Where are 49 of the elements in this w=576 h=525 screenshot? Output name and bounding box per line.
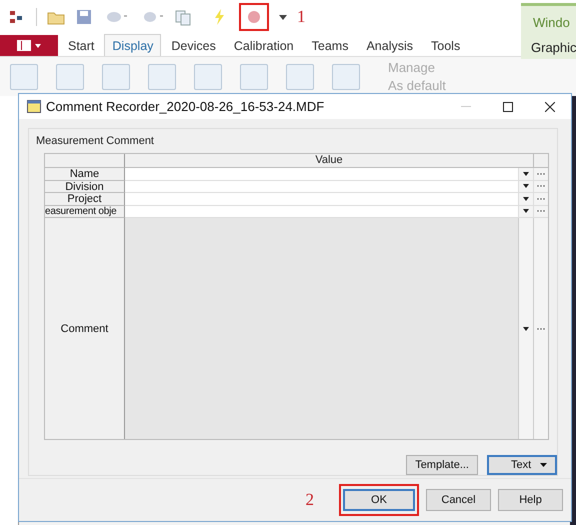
caret-icon <box>35 44 41 48</box>
field-label: Comment <box>45 218 125 439</box>
field-label: Project <box>45 193 125 206</box>
context-group-title: Windo <box>532 14 571 30</box>
annotation-number: 1 <box>297 7 306 27</box>
ribbon-tab[interactable]: Display <box>104 34 162 56</box>
app-menu-button[interactable] <box>0 35 58 56</box>
dropdown-button[interactable] <box>518 180 533 193</box>
ellipsis-icon <box>537 172 545 175</box>
caret-icon <box>523 209 529 214</box>
template-button[interactable]: Template... <box>406 455 478 475</box>
dropdown-button[interactable]: Text <box>487 455 557 475</box>
dialog-button[interactable]: OK <box>343 489 415 511</box>
ellipsis-icon <box>537 185 545 188</box>
dropdown-button[interactable] <box>518 206 533 218</box>
context-tab[interactable]: Graphic <box>521 30 576 55</box>
field-label: easurement obje <box>45 206 125 218</box>
caret-icon <box>523 172 529 176</box>
maximize-icon <box>503 102 513 112</box>
group-title: Measurement Comment <box>36 135 155 147</box>
caret-icon[interactable] <box>279 13 287 21</box>
caret-icon <box>523 326 529 330</box>
caret-icon <box>523 196 529 201</box>
field-label: Division <box>45 180 125 193</box>
ellipsis-icon <box>537 198 545 200</box>
window-icon[interactable] <box>332 64 360 90</box>
ellipsis-icon <box>537 210 545 212</box>
close-icon <box>545 102 555 112</box>
caret-icon <box>523 184 529 188</box>
comment-field[interactable] <box>125 218 518 439</box>
window-icon <box>27 100 41 113</box>
window-title: Comment Recorder_2020-08-26_16-53-24.MDF <box>46 99 324 114</box>
value-field[interactable] <box>125 206 518 218</box>
annotation-number: 2 <box>306 490 314 510</box>
window-icon[interactable] <box>10 64 38 90</box>
value-field[interactable] <box>125 180 518 193</box>
dialog-button[interactable]: Help <box>498 489 563 511</box>
column-header: Value <box>125 154 533 168</box>
caret-icon <box>540 463 547 467</box>
record-icon[interactable] <box>245 8 263 26</box>
save-icon[interactable] <box>75 8 93 26</box>
field-label: Name <box>45 168 125 180</box>
window-icon[interactable] <box>240 64 268 90</box>
book-icon <box>17 40 31 51</box>
dropdown-button[interactable] <box>518 193 533 206</box>
minimize-icon <box>461 106 471 107</box>
window-icon[interactable] <box>56 64 84 90</box>
dropdown-button[interactable] <box>518 168 533 180</box>
dialog-button[interactable]: Cancel <box>426 489 491 511</box>
